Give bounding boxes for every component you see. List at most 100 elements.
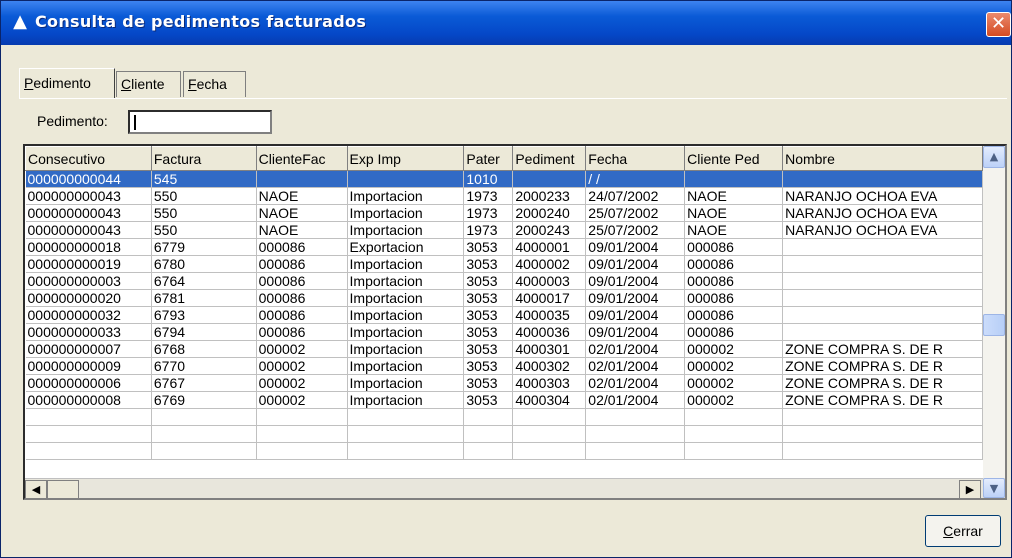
table-row[interactable]: 000000000008 6769 000002 Importacion 3053 400…: [25, 391, 983, 409]
table-row[interactable]: 000000000043 550 NAOE Importacion 1973 200024…: [25, 204, 983, 222]
empty-cell: [512, 425, 587, 443]
scroll-up-button[interactable]: ▲: [983, 146, 1005, 168]
tab-pedimento[interactable]: Pedimento: [19, 68, 115, 98]
table-cell: Importacion: [347, 204, 465, 222]
table-cell: NAOE: [256, 221, 348, 239]
table-cell: 3053: [463, 340, 514, 358]
table-row[interactable]: 000000000032 6793 000086 Importacion 3053 400…: [25, 306, 983, 324]
vertical-scrollbar[interactable]: ▲: [983, 146, 1005, 478]
table-cell: 02/01/2004: [585, 357, 686, 375]
table-cell: 3053: [463, 289, 514, 307]
table-cell: 550: [151, 221, 257, 239]
table-cell: 3053: [463, 391, 514, 409]
table-cell: 000000000008: [25, 391, 152, 409]
table-cell: 3053: [463, 374, 514, 392]
empty-cell: [25, 425, 152, 443]
table-row[interactable]: 000000000018 6779 000086 Exportacion 3053 400…: [25, 238, 983, 256]
table-cell: 000086: [256, 272, 348, 290]
table-cell: 24/07/2002: [585, 187, 686, 205]
table-cell: 09/01/2004: [585, 272, 686, 290]
column-header[interactable]: Nombre: [782, 146, 983, 171]
table-cell: 4000002: [512, 255, 587, 273]
horizontal-scroll-thumb[interactable]: [47, 480, 79, 498]
table-row[interactable]: 000000000043 550 NAOE Importacion 1973 200023…: [25, 187, 983, 205]
results-grid[interactable]: Consecutivo Factura ClienteFac Exp Imp Pater…: [23, 144, 1007, 500]
table-cell: 000002: [256, 340, 348, 358]
table-cell: ZONE COMPRA S. DE R: [782, 357, 983, 375]
column-header[interactable]: Fecha: [585, 146, 686, 171]
cerrar-label: errar: [953, 523, 983, 539]
cerrar-accel: C: [943, 523, 954, 539]
table-cell: 4000304: [512, 391, 587, 409]
table-cell: 000000000043: [25, 221, 152, 239]
table-cell: ZONE COMPRA S. DE R: [782, 391, 983, 409]
table-row[interactable]: 000000000020 6781 000086 Importacion 3053 400…: [25, 289, 983, 307]
table-cell: 000000000033: [25, 323, 152, 341]
column-header[interactable]: ClienteFac: [255, 146, 348, 171]
column-header[interactable]: Cliente Ped: [684, 146, 784, 171]
table-cell: ZONE COMPRA S. DE R: [782, 340, 983, 358]
table-row[interactable]: 000000000007 6768 000002 Importacion 3053 400…: [25, 340, 983, 358]
table-cell: 02/01/2004: [585, 374, 686, 392]
table-cell: Importacion: [347, 374, 465, 392]
table-row[interactable]: 000000000019 6780 000086 Importacion 3053 400…: [25, 255, 983, 273]
pedimento-input[interactable]: [128, 110, 272, 134]
column-header[interactable]: Consecutivo: [25, 146, 152, 171]
table-cell: 000086: [684, 238, 784, 256]
table-cell: NAOE: [256, 204, 348, 222]
table-cell: 1010: [463, 170, 514, 188]
column-header[interactable]: Pater: [463, 146, 514, 171]
table-cell: [256, 170, 348, 188]
column-header[interactable]: Pediment: [512, 146, 587, 171]
horizontal-scrollbar[interactable]: ◀ ▶: [25, 478, 983, 498]
table-cell: 4000301: [512, 340, 587, 358]
empty-cell: [347, 442, 465, 460]
table-row[interactable]: 000000000043 550 NAOE Importacion 1973 200024…: [25, 221, 983, 239]
table-cell: 000086: [256, 306, 348, 324]
table-cell: 4000036: [512, 323, 587, 341]
table-cell: 000086: [684, 272, 784, 290]
empty-cell: [25, 442, 152, 460]
table-cell: 545: [151, 170, 257, 188]
empty-cell: [25, 408, 152, 426]
table-row[interactable]: 000000000009 6770 000002 Importacion 3053 400…: [25, 357, 983, 375]
table-cell: [684, 170, 784, 188]
table-row[interactable]: 000000000006 6767 000002 Importacion 3053 400…: [25, 374, 983, 392]
table-cell: 4000017: [512, 289, 587, 307]
table-cell: 09/01/2004: [585, 323, 686, 341]
table-cell: NAOE: [684, 204, 784, 222]
table-cell: ZONE COMPRA S. DE R: [782, 374, 983, 392]
close-window-button[interactable]: ✕: [986, 12, 1011, 37]
table-cell: Importacion: [347, 255, 465, 273]
column-header[interactable]: Factura: [150, 146, 257, 171]
table-row[interactable]: 000000000003 6764 000086 Importacion 3053 400…: [25, 272, 983, 290]
tab-cliente[interactable]: Cliente: [116, 71, 181, 97]
table-cell: Importacion: [347, 340, 465, 358]
scroll-down-button[interactable]: ▼: [983, 478, 1005, 498]
header-row: Consecutivo Factura ClienteFac Exp Imp Pater…: [25, 146, 983, 171]
table-cell: 000086: [684, 255, 784, 273]
table-body: 000000000044 545 1010 / /000000000043 550 NA…: [25, 170, 983, 460]
scroll-corner: ▼: [983, 478, 1005, 498]
table-cell: NARANJO OCHOA EVA: [782, 221, 983, 239]
title-bar[interactable]: ▲ Consulta de pedimentos facturados ✕: [1, 1, 1011, 45]
table-cell: 000000000018: [25, 238, 152, 256]
column-header[interactable]: Exp Imp: [346, 146, 465, 171]
table-row[interactable]: 000000000033 6794 000086 Importacion 3053 400…: [25, 323, 983, 341]
table-cell: [347, 170, 465, 188]
table-cell: 000000000007: [25, 340, 152, 358]
table-cell: 6781: [151, 289, 257, 307]
table-cell: 1973: [463, 221, 514, 239]
table-cell: [782, 323, 983, 341]
tab-fecha[interactable]: Fecha: [183, 71, 246, 97]
cerrar-button[interactable]: Cerrar: [925, 515, 1001, 547]
tab-fecha-accel: F: [188, 76, 197, 92]
empty-cell: [151, 425, 257, 443]
table-row[interactable]: 000000000044 545 1010 / /: [25, 170, 983, 188]
scroll-left-button[interactable]: ◀: [25, 480, 47, 498]
scroll-right-button[interactable]: ▶: [959, 480, 981, 498]
empty-cell: [684, 442, 784, 460]
table-cell: 6769: [151, 391, 257, 409]
empty-cell: [151, 442, 257, 460]
vertical-scroll-thumb[interactable]: [983, 314, 1005, 336]
